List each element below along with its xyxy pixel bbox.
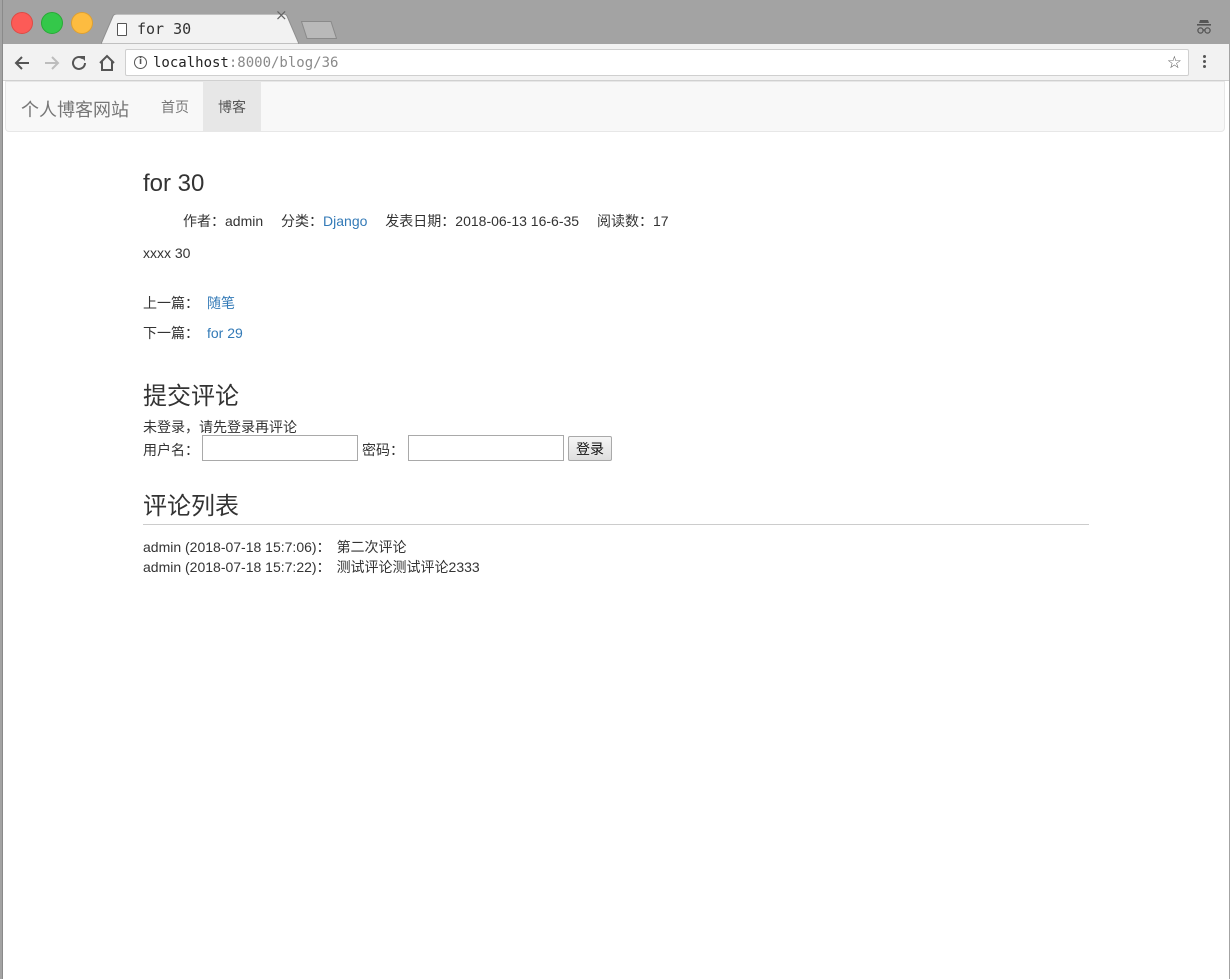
username-input[interactable] <box>202 435 358 461</box>
password-input[interactable] <box>408 435 564 461</box>
nav-item-home[interactable]: 首页 <box>146 82 204 132</box>
password-label: 密码： <box>362 442 404 458</box>
browser-menu-icon[interactable] <box>1199 53 1209 73</box>
comment-meta: admin (2018-07-18 15:7:06)： <box>143 539 331 555</box>
tab-shape <box>101 14 299 44</box>
comment-item: admin (2018-07-18 15:7:06)： 第二次评论 <box>143 537 407 557</box>
incognito-icon <box>1197 20 1211 34</box>
maximize-window-button[interactable] <box>41 12 63 34</box>
address-bar[interactable]: i localhost:8000/blog/36 ☆ <box>125 49 1189 76</box>
back-arrow-icon[interactable] <box>12 52 34 74</box>
tab-strip: for 30 × <box>3 0 1229 44</box>
comment-text: 测试评论测试评论2333 <box>336 559 480 575</box>
category-link[interactable]: Django <box>323 213 367 229</box>
comment-list-heading: 评论列表 <box>143 493 239 520</box>
browser-window: for 30 × i localhost:8000/blog/36 ☆ 个人博客… <box>2 0 1229 979</box>
next-post: 下一篇： for 29 <box>143 323 243 343</box>
reload-icon[interactable] <box>68 52 90 74</box>
prev-post-link[interactable]: 随笔 <box>207 295 235 311</box>
blog-body: xxxx 30 <box>143 245 191 261</box>
comment-meta: admin (2018-07-18 15:7:22)： <box>143 559 331 575</box>
url-path: :8000/blog/36 <box>228 55 339 71</box>
browser-tab[interactable]: for 30 <box>101 14 299 44</box>
comment-text: 第二次评论 <box>336 539 407 555</box>
url-text: localhost:8000/blog/36 <box>153 55 338 71</box>
browser-toolbar: i localhost:8000/blog/36 ☆ <box>3 44 1229 81</box>
nav-item-blog[interactable]: 博客 <box>203 82 261 132</box>
blog-title: for 30 <box>143 170 205 197</box>
login-button[interactable]: 登录 <box>568 436 612 461</box>
author-label: 作者：admin <box>183 213 264 229</box>
comment-item: admin (2018-07-18 15:7:22)： 测试评论测试评论2333 <box>143 557 480 577</box>
category-label: 分类：Django <box>281 213 367 229</box>
new-tab-button[interactable] <box>301 21 337 39</box>
username-label: 用户名： <box>143 442 199 458</box>
prev-label: 上一篇： <box>143 295 199 311</box>
url-host: localhost <box>153 55 229 71</box>
tab-title: for 30 <box>137 20 192 38</box>
page-viewport: 个人博客网站 首页 博客 for 30 作者：admin 分类：Django 发… <box>3 81 1229 979</box>
home-icon[interactable] <box>96 52 118 74</box>
login-hint: 未登录，请先登录再评论 <box>143 419 297 435</box>
divider <box>143 524 1089 525</box>
category-prefix: 分类： <box>281 213 324 229</box>
close-window-button[interactable] <box>11 12 33 34</box>
page-icon <box>117 23 127 36</box>
minimize-window-button[interactable] <box>71 12 93 34</box>
prev-post: 上一篇： 随笔 <box>143 293 235 313</box>
next-label: 下一篇： <box>143 325 199 341</box>
submit-comment-heading: 提交评论 <box>143 383 239 410</box>
site-brand[interactable]: 个人博客网站 <box>21 96 129 122</box>
info-icon[interactable]: i <box>134 56 147 69</box>
next-post-link[interactable]: for 29 <box>207 325 243 341</box>
reads-label: 阅读数：17 <box>596 213 669 229</box>
forward-arrow-icon[interactable] <box>40 52 62 74</box>
site-navbar: 个人博客网站 首页 博客 <box>5 81 1225 132</box>
blog-meta: 作者：admin 分类：Django 发表日期：2018-06-13 16-6-… <box>183 211 683 231</box>
tab-close-icon[interactable]: × <box>275 6 288 24</box>
date-label: 发表日期：2018-06-13 16-6-35 <box>385 213 580 229</box>
bookmark-star-icon[interactable]: ☆ <box>1167 53 1182 73</box>
